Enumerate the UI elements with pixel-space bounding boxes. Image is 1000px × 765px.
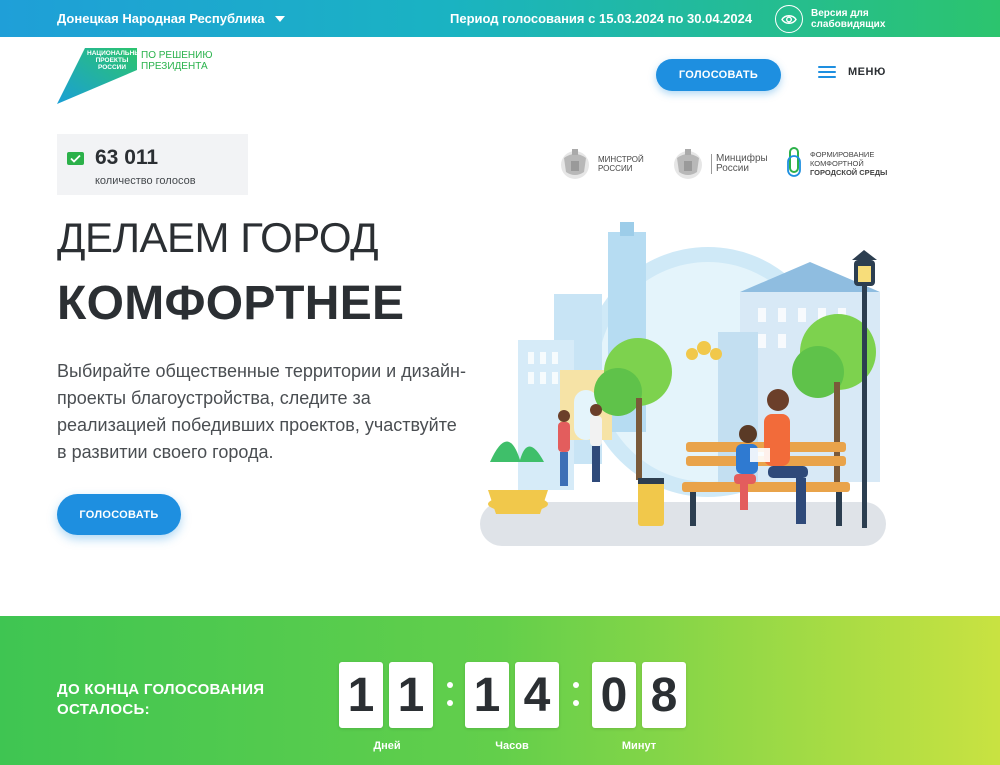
minstroy-text: МИНСТРОЙ РОССИИ [598, 155, 644, 173]
accessibility-label: Версия для слабовидящих [811, 8, 885, 30]
countdown-days-label: Дней [373, 740, 401, 752]
hero-description: Выбирайте общественные территории и диза… [57, 361, 466, 462]
hero-title-line2: КОМФОРТНЕЕ [57, 277, 405, 330]
eye-icon [775, 5, 803, 33]
mintsifry-logo[interactable]: Минцифры России [671, 146, 768, 182]
comfortable-environment-text: ФОРМИРОВАНИЕ КОМФОРТНОЙ ГОРОДСКОЙ СРЕДЫ [810, 150, 887, 177]
region-selector[interactable]: Донецкая Народная Республика [57, 11, 285, 26]
president-decision-text: ПО РЕШЕНИЮ ПРЕЗИДЕНТА [141, 50, 212, 72]
hero-title-line1: ДЕЛАЕМ ГОРОД [57, 214, 379, 261]
vote-button-hero[interactable]: ГОЛОСОВАТЬ [57, 494, 181, 535]
logo-text-line3: РОССИИ [97, 64, 127, 71]
president-text-line1: ПО РЕШЕНИЮ [141, 50, 213, 61]
national-projects-text: НАЦИОНАЛЬНЫЕ ПРОЕКТЫ РОССИИ [87, 50, 145, 71]
president-text-line2: ПРЕЗИДЕНТА [141, 61, 208, 72]
comfortable-environment-icon [787, 147, 801, 177]
fks-text-line2: КОМФОРТНОЙ [810, 158, 864, 168]
mintsifry-text-line2: России [716, 163, 749, 174]
hamburger-icon [818, 66, 836, 78]
menu-button[interactable]: МЕНЮ [818, 66, 886, 78]
countdown-minutes-label: Минут [621, 740, 657, 752]
countdown-separator [572, 678, 580, 712]
countdown-days-digit-2: 1 [389, 662, 433, 728]
countdown-hours-label: Часов [495, 740, 529, 752]
logo-text-line2: ПРОЕКТЫ [95, 57, 129, 64]
city-park-illustration [480, 222, 886, 546]
countdown-section: ДО КОНЦА ГОЛОСОВАНИЯ ОСТАЛОСЬ: 1 1 1 4 0… [0, 616, 1000, 765]
countdown-hours-digit-2: 4 [515, 662, 559, 728]
fks-text-line3: ГОРОДСКОЙ СРЕДЫ [810, 167, 888, 177]
top-bar: Донецкая Народная Республика Период голо… [0, 0, 1000, 37]
accessibility-version-link[interactable]: Версия для слабовидящих [775, 5, 885, 33]
ballot-check-icon [67, 152, 84, 165]
countdown-minutes-digit-1: 0 [592, 662, 636, 728]
countdown-minutes-digit-2: 8 [642, 662, 686, 728]
caret-down-icon [274, 15, 285, 22]
vote-button-header[interactable]: ГОЛОСОВАТЬ [656, 59, 781, 91]
votes-count: 63 011 [95, 146, 159, 169]
minstroy-text-line2: РОССИИ [598, 164, 633, 173]
menu-label: МЕНЮ [848, 66, 886, 78]
minstroy-logo[interactable]: МИНСТРОЙ РОССИИ [558, 146, 644, 182]
countdown-label: ДО КОНЦА ГОЛОСОВАНИЯ ОСТАЛОСЬ: [57, 681, 265, 718]
comfortable-environment-logo[interactable]: ФОРМИРОВАНИЕ КОМФОРТНОЙ ГОРОДСКОЙ СРЕДЫ [786, 146, 887, 180]
countdown-days-digit-1: 1 [339, 662, 383, 728]
countdown-separator [446, 678, 454, 712]
countdown-hours-digit-1: 1 [465, 662, 509, 728]
fks-text-line1: ФОРМИРОВАНИЕ [810, 149, 875, 159]
region-label: Донецкая Народная Республика [57, 11, 265, 26]
accessibility-label-line2: слабовидящих [811, 19, 886, 30]
minstroy-text-line1: МИНСТРОЙ [598, 155, 644, 164]
national-projects-logo[interactable]: НАЦИОНАЛЬНЫЕ ПРОЕКТЫ РОССИИ ПО РЕШЕНИЮ П… [57, 48, 217, 104]
voting-period: Период голосования с 15.03.2024 по 30.04… [450, 11, 753, 26]
accessibility-label-line1: Версия для [811, 8, 869, 19]
votes-count-label: количество голосов [95, 175, 196, 187]
double-eagle-emblem-icon [674, 149, 702, 179]
mintsifry-text: Минцифры России [711, 154, 768, 174]
logo-text-line1: НАЦИОНАЛЬНЫЕ [87, 50, 145, 57]
votes-counter: 63 011 количество голосов [57, 134, 248, 195]
double-eagle-emblem-icon [561, 149, 589, 179]
